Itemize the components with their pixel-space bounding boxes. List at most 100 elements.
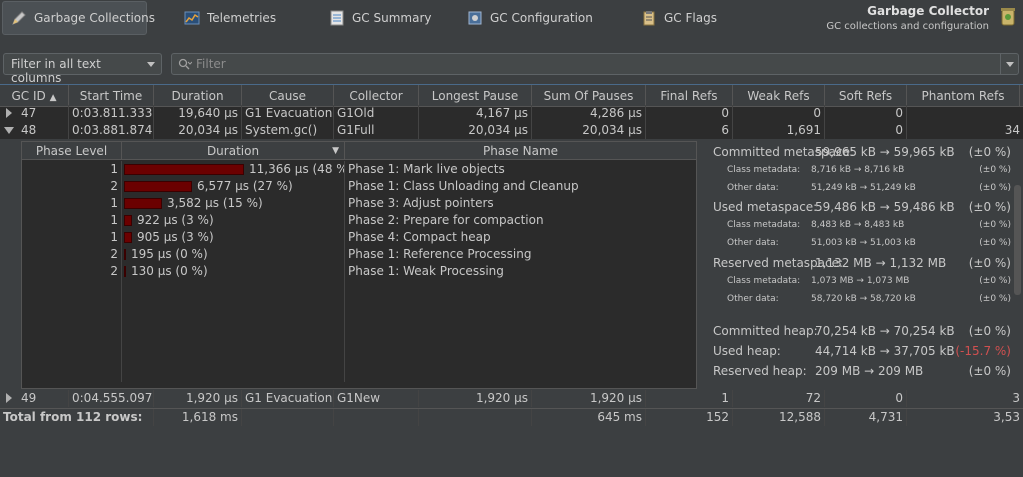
phase-name: Phase 2: Prepare for compaction (348, 213, 544, 227)
stat-label: Class metadata: (727, 220, 801, 230)
chart-icon (184, 11, 200, 25)
stat-percent: (±0 %) (968, 145, 1011, 159)
pencil-icon (12, 11, 26, 25)
phase-table: Phase Level Duration ▼ Phase Name 1 11,366… (21, 141, 697, 389)
list-icon (330, 10, 344, 26)
stat-percent: (±0 %) (979, 183, 1011, 193)
sort-asc-icon: ▲ (49, 93, 57, 103)
search-history-dropdown[interactable] (1000, 54, 1018, 74)
phase-level: 2 (22, 246, 122, 263)
stat-percent: (±0 %) (968, 256, 1011, 270)
col-cause[interactable]: Cause (242, 85, 334, 107)
filter-search-field[interactable] (171, 53, 1019, 75)
col-gc-id[interactable]: GC ID ▲ (0, 85, 69, 107)
search-input[interactable] (196, 57, 976, 71)
col-longest-pause[interactable]: Longest Pause (419, 85, 532, 107)
tab-gc-summary[interactable]: GC Summary (321, 1, 439, 35)
scrollbar[interactable] (1014, 185, 1021, 295)
phase-duration: 6,577 µs (27 %) (122, 178, 345, 195)
chevron-down-icon (147, 62, 155, 67)
duration-bar (124, 181, 192, 192)
col-phantom-refs[interactable]: Phantom Refs (907, 85, 1020, 107)
totals-label: Total from 112 rows: (0, 409, 154, 426)
phase-row[interactable]: 1 3,582 µs (15 %) Phase 3: Adjust pointers (22, 195, 696, 212)
stat-percent: (±0 %) (979, 294, 1011, 304)
collapse-arrow-icon[interactable] (4, 124, 14, 136)
table-row[interactable]: 48 0:03.881.874 [J... 20,034 µs System.g… (0, 122, 1023, 139)
stat-row: Used metaspace: 59,486 kB → 59,486 kB (±0 … (705, 200, 1015, 218)
phase-row[interactable]: 1 922 µs (3 %) Phase 2: Prepare for compac… (22, 212, 696, 229)
phase-name: Phase 1: Mark live objects (348, 162, 505, 176)
stat-row: Reserved metaspace: 1,132 MB → 1,132 MB (±… (705, 256, 1015, 274)
col-final-refs[interactable]: Final Refs (646, 85, 733, 107)
clipboard-icon (643, 11, 655, 26)
sort-desc-icon: ▼ (332, 146, 339, 156)
toolbar: Garbage Collections Telemetries GC Summa… (0, 0, 1023, 38)
col-duration[interactable]: Duration (154, 85, 242, 107)
phase-row[interactable]: 2 130 µs (0 %) Phase 1: Weak Processing (22, 263, 696, 280)
stat-percent: (±0 %) (979, 165, 1011, 175)
brand: Garbage Collector GC collections and con… (826, 4, 989, 32)
col-phase-duration[interactable]: Duration ▼ (122, 142, 345, 160)
col-sum-of-pauses[interactable]: Sum Of Pauses (532, 85, 646, 107)
phase-row[interactable]: 1 11,366 µs (48 %) Phase 1: Mark live obje… (22, 161, 696, 178)
col-collector[interactable]: Collector (334, 85, 419, 107)
filter-bar: Filter in all text columns (0, 50, 1023, 85)
tab-gc-flags[interactable]: GC Flags (633, 1, 725, 35)
tab-telemetries[interactable]: Telemetries (176, 1, 284, 35)
search-icon (178, 58, 192, 70)
table-header: GC ID ▲ Start Time Duration Cause Collec… (0, 85, 1023, 107)
phase-name: Phase 4: Compact heap (348, 230, 491, 244)
stat-value: 44,714 kB → 37,705 kB (815, 344, 955, 358)
col-weak-refs[interactable]: Weak Refs (733, 85, 825, 107)
phase-level: 1 (22, 229, 122, 246)
gc-detail-panel: Phase Level Duration ▼ Phase Name 1 11,366… (0, 139, 1023, 477)
stat-percent: (±0 %) (968, 324, 1011, 338)
phase-name: Phase 1: Weak Processing (348, 264, 504, 278)
total-soft: 4,731 (825, 409, 907, 426)
phase-level: 2 (22, 178, 122, 195)
phase-duration: 3,582 µs (15 %) (122, 195, 345, 212)
duration-bar (124, 249, 126, 260)
tab-label: Garbage Collections (34, 11, 155, 25)
filter-column-select[interactable]: Filter in all text columns (3, 53, 162, 85)
stat-label: Reserved heap: (713, 364, 807, 378)
stat-sub-row: Class metadata: 8,716 kB → 8,716 kB (±0 %) (705, 163, 1015, 181)
col-soft-refs[interactable]: Soft Refs (825, 85, 907, 107)
col-phase-name[interactable]: Phase Name (345, 142, 696, 160)
stat-percent: (±0 %) (979, 238, 1011, 248)
brand-title: Garbage Collector (867, 4, 989, 18)
col-start-time[interactable]: Start Time (69, 85, 154, 107)
stat-percent: (±0 %) (968, 200, 1011, 214)
duration-bar (124, 164, 244, 175)
phase-name: Phase 1: Class Unloading and Cleanup (348, 179, 579, 193)
total-sum: 645 ms (532, 409, 646, 426)
tab-gc-configuration[interactable]: GC Configuration (459, 1, 601, 35)
brand-subtitle: GC collections and configuration (826, 21, 989, 32)
phase-row[interactable]: 2 6,577 µs (27 %) Phase 1: Class Unloading… (22, 178, 696, 195)
expand-arrow-icon[interactable] (4, 392, 14, 404)
phase-duration: 905 µs (3 %) (122, 229, 345, 246)
table-row[interactable]: 47 0:03.811.333 [J... 19,640 µs G1 Evacu… (0, 105, 1023, 122)
duration-bar (124, 215, 132, 226)
expand-arrow-icon[interactable] (4, 107, 14, 119)
stat-label: Committed heap: (713, 324, 818, 338)
table-row[interactable]: 49 0:04.555.097 [J... 1,920 µs G1 Evacua… (0, 390, 1023, 407)
tab-garbage-collections[interactable]: Garbage Collections (2, 1, 155, 35)
total-duration: 1,618 ms (154, 409, 242, 426)
stat-percent: (-15.7 %) (955, 344, 1011, 358)
stat-value: 59,965 kB → 59,965 kB (815, 145, 955, 159)
phase-row[interactable]: 2 195 µs (0 %) Phase 1: Reference Processi… (22, 246, 696, 263)
stat-row: Reserved heap: 209 MB → 209 MB (±0 %) (705, 364, 1015, 382)
stat-label: Other data: (727, 183, 779, 193)
stat-label: Other data: (727, 238, 779, 248)
tab-label: GC Flags (664, 11, 717, 25)
duration-bar (124, 198, 162, 209)
phase-row[interactable]: 1 905 µs (3 %) Phase 4: Compact heap (22, 229, 696, 246)
totals-row: Total from 112 rows: 1,618 ms 645 ms 152… (0, 408, 1023, 426)
stat-value: 1,073 MB → 1,073 MB (811, 276, 910, 286)
stat-sub-row: Class metadata: 1,073 MB → 1,073 MB (±0 %) (705, 274, 1015, 292)
config-icon (468, 11, 482, 25)
col-phase-level[interactable]: Phase Level (22, 142, 122, 160)
phase-duration: 130 µs (0 %) (122, 263, 345, 280)
